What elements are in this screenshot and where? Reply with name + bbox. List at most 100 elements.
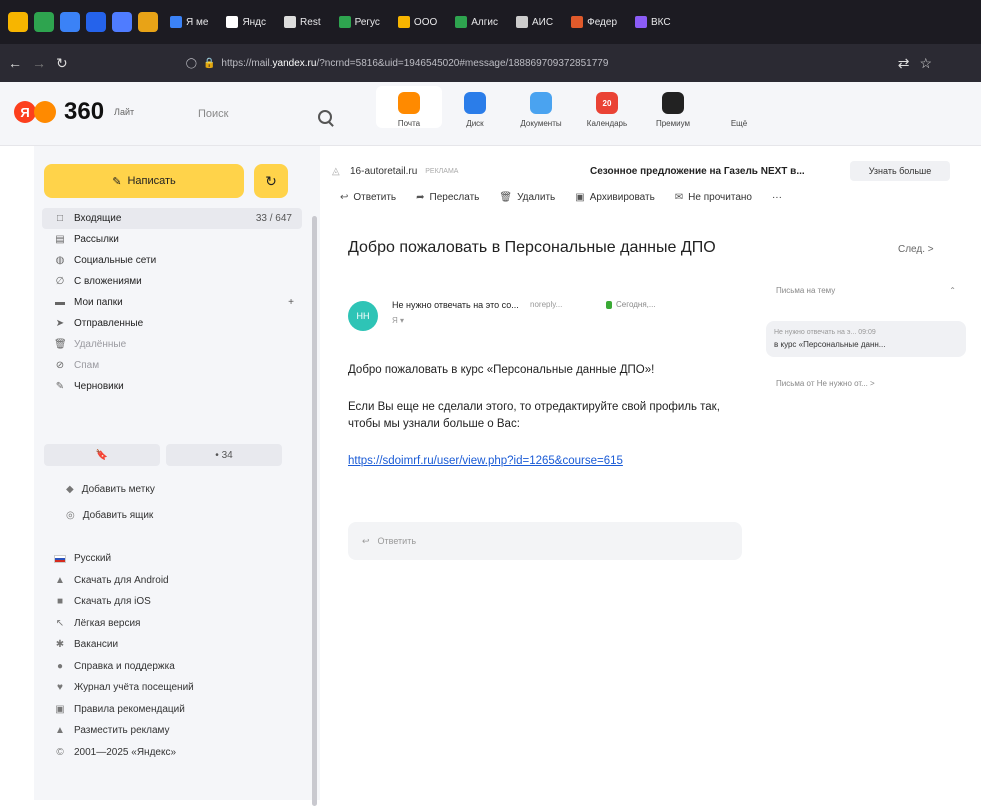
sidebar-scrollbar[interactable] <box>310 206 318 806</box>
service-icon: 20 <box>596 92 618 114</box>
sidebar-folder[interactable]: □ Входящие 33 / 647 <box>42 208 302 229</box>
profile-link[interactable]: https://sdoimrf.ru/user/view.php?id=1265… <box>348 455 623 467</box>
footer-link[interactable]: ↖ Лёгкая версия <box>34 613 304 635</box>
footer-link[interactable]: ▣ Правила рекомендаций <box>34 699 304 721</box>
browser-tab[interactable]: Алгис <box>449 8 504 36</box>
reload-icon[interactable]: ↻ <box>56 55 68 72</box>
browser-tab[interactable]: Rest <box>278 8 327 36</box>
folder-count: + <box>288 297 294 308</box>
avatar[interactable]: НН <box>348 301 378 331</box>
bookmarks-filter-button[interactable]: 🔖 <box>44 444 160 466</box>
refresh-button[interactable]: ↻ <box>254 164 288 198</box>
address-bar[interactable]: ◯ 🔒 https://mail.yandex.ru/?ncrnd=5816&u… <box>178 50 878 76</box>
tab-label: Алгис <box>471 16 499 28</box>
favicon-icon <box>397 16 410 28</box>
flag-icon <box>54 554 66 563</box>
service-icon <box>398 92 420 114</box>
service-4[interactable]: Премиум <box>640 86 706 128</box>
footer-link[interactable]: Русский <box>34 548 304 570</box>
reply-button[interactable]: ↩ Ответить <box>340 192 396 203</box>
more-button[interactable]: ··· <box>772 192 782 203</box>
thread-item[interactable]: Не нужно отвечать на э... 09:09 в курс «… <box>766 321 966 357</box>
footer-link[interactable]: ■ Скачать для iOS <box>34 591 304 613</box>
footer-link[interactable]: ♥ Журнал учёта посещений <box>34 677 304 699</box>
sidebar-folder[interactable]: ◍ Социальные сети <box>34 250 304 271</box>
pinned-tab[interactable] <box>60 12 80 32</box>
pinned-tab[interactable] <box>138 12 158 32</box>
sidebar-folder[interactable]: ➤ Отправленные <box>34 313 304 334</box>
lock-icon <box>606 300 612 309</box>
link-icon: © <box>56 746 64 758</box>
pinned-tab[interactable] <box>86 12 106 32</box>
sidebar-folder[interactable]: 🗑 Удалённые <box>34 334 304 355</box>
footer-link[interactable]: ▲ Скачать для Android <box>34 570 304 592</box>
trash-icon: 🗑 <box>499 192 513 203</box>
link-icon: ▣ <box>55 703 65 715</box>
pinned-tab[interactable] <box>34 12 54 32</box>
translate-icon[interactable]: ⇄ <box>898 55 910 72</box>
service-label: Почта <box>397 119 421 128</box>
forward-button[interactable]: ➦ Переслать <box>416 192 479 203</box>
bookmark-star-icon[interactable]: ☆ <box>919 55 932 72</box>
footer-link[interactable]: ✱ Вакансии <box>34 634 304 656</box>
folder-icon: ▤ <box>55 233 65 245</box>
add-label-link[interactable]: ◆ Добавить метку <box>34 476 304 502</box>
search-icon[interactable] <box>318 110 332 124</box>
service-5[interactable]: Ещё <box>706 86 772 128</box>
quick-reply-box[interactable]: ↩ Ответить <box>348 522 742 560</box>
sidebar-folder[interactable]: ∅ С вложениями <box>34 271 304 292</box>
footer-link[interactable]: © 2001—2025 «Яндекс» <box>34 742 304 764</box>
pinned-tab[interactable] <box>112 12 132 32</box>
service-0[interactable]: Почта <box>376 86 442 128</box>
compose-button[interactable]: ✎ Написать <box>44 164 244 198</box>
folder-icon: □ <box>56 212 64 224</box>
chevron-up-icon: ⌃ <box>949 286 956 295</box>
folder-label: Социальные сети <box>74 255 157 266</box>
service-3[interactable]: 20 Календарь <box>574 86 640 128</box>
label-icon: ◆ <box>66 483 74 495</box>
browser-tab[interactable]: Я ме <box>164 8 214 36</box>
link-label: 2001—2025 «Яндекс» <box>74 746 177 758</box>
favicon-icon <box>516 16 529 28</box>
link-icon: ♥ <box>57 682 63 694</box>
service-1[interactable]: Диск <box>442 86 508 128</box>
mark-unread-button[interactable]: ✉ Не прочитано <box>675 192 752 203</box>
more-from-sender-link[interactable]: Письма от Не нужно от... > <box>766 357 966 410</box>
sidebar-folder[interactable]: ✎ Черновики <box>34 376 304 397</box>
footer-link[interactable]: ▲ Разместить рекламу <box>34 720 304 742</box>
ad-learn-more-button[interactable]: Узнать больше <box>850 161 950 181</box>
yandex-360-logo[interactable]: Я 360 Лайт <box>14 98 134 126</box>
browser-tab[interactable]: ООО <box>392 8 443 36</box>
sidebar-folder[interactable]: ⊘ Спам <box>34 355 304 376</box>
archive-button[interactable]: ▣ Архивировать <box>575 192 655 203</box>
sidebar-folder[interactable]: ▬ Мои папки + <box>34 292 304 313</box>
delete-button[interactable]: 🗑 Удалить <box>499 192 555 203</box>
sidebar-folder[interactable]: ▤ Рассылки <box>34 229 304 250</box>
favicon-icon <box>284 16 297 28</box>
footer-link[interactable]: ● Справка и поддержка <box>34 656 304 678</box>
browser-tab[interactable]: АИС <box>510 8 559 36</box>
next-message-button[interactable]: След. > <box>898 244 934 255</box>
forward-icon[interactable]: → <box>32 55 46 71</box>
unread-filter-button[interactable]: • 34 <box>166 444 282 466</box>
pinned-tab[interactable] <box>8 12 28 32</box>
sender-name[interactable]: Не нужно отвечать на это со... <box>392 300 519 310</box>
message-subject: Добро пожаловать в Персональные данные Д… <box>348 239 716 256</box>
browser-tab[interactable]: ВКС <box>629 8 677 36</box>
folder-label: Черновики <box>74 381 124 392</box>
thread-header[interactable]: Письма на тему ⌃ <box>766 276 966 305</box>
folder-icon: ◍ <box>55 254 65 266</box>
recipient[interactable]: Я ▾ <box>392 316 404 325</box>
folder-count: 33 / 647 <box>255 213 292 224</box>
service-2[interactable]: Документы <box>508 86 574 128</box>
browser-tab[interactable]: Регус <box>333 8 386 36</box>
browser-tab[interactable]: Яндс <box>220 8 272 36</box>
browser-tab[interactable]: Федер <box>565 8 623 36</box>
add-label-link[interactable]: ◎ Добавить ящик <box>34 502 304 528</box>
link-icon: ✱ <box>55 639 65 651</box>
ad-banner[interactable]: ◬ 16-autoretail.ru РЕКЛАМА Сезонное пред… <box>320 158 981 184</box>
link-label: Русский <box>74 553 112 565</box>
folder-label: Входящие <box>74 213 122 224</box>
folder-icon: ∅ <box>55 275 65 287</box>
back-icon[interactable]: ← <box>8 55 22 71</box>
